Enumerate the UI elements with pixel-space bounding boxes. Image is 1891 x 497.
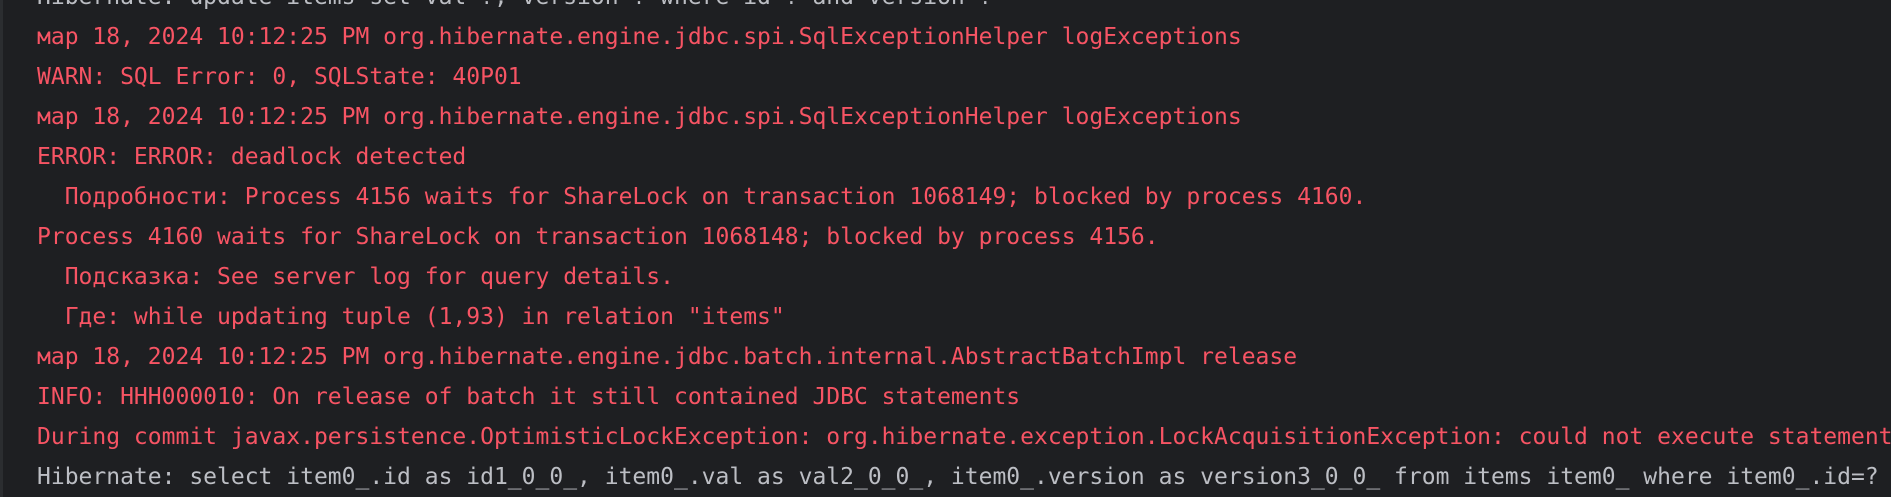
console-line: Hibernate: select item0_.id as id1_0_0_,… bbox=[37, 464, 1879, 490]
gutter-edge bbox=[0, 0, 3, 497]
console-line: WARN: SQL Error: 0, SQLState: 40P01 bbox=[37, 64, 522, 90]
console-line: мар 18, 2024 10:12:25 PM org.hibernate.e… bbox=[37, 344, 1298, 370]
console-line: Где: while updating tuple (1,93) in rela… bbox=[37, 304, 785, 330]
console-line: мар 18, 2024 10:12:25 PM org.hibernate.e… bbox=[37, 104, 1242, 130]
console-line: INFO: HHH000010: On release of batch it … bbox=[37, 384, 1021, 410]
console-line: Hibernate: update items set val=?, versi… bbox=[37, 0, 1891, 17]
console-line: Подсказка: See server log for query deta… bbox=[37, 264, 674, 290]
console-line: Process 4160 waits for ShareLock on tran… bbox=[37, 224, 1159, 250]
console-line: Подробности: Process 4156 waits for Shar… bbox=[37, 184, 1367, 210]
console-line: During commit javax.persistence.Optimist… bbox=[37, 424, 1891, 450]
console-line: ERROR: ERROR: deadlock detected bbox=[37, 144, 467, 170]
console-line: мар 18, 2024 10:12:25 PM org.hibernate.e… bbox=[37, 24, 1242, 50]
console-output[interactable]: Hibernate: update items set val=?, versi… bbox=[0, 0, 1891, 497]
